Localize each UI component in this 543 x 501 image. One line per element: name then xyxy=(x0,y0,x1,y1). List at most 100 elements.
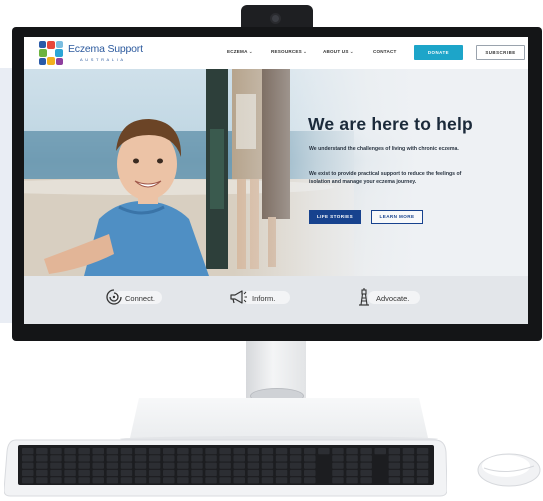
keyboard-key xyxy=(191,477,203,484)
keyboard-key xyxy=(261,462,274,469)
keyboard-key xyxy=(346,448,358,455)
keyboard-key xyxy=(177,455,189,462)
keyboard-key xyxy=(332,469,344,477)
keyboard-key xyxy=(92,455,104,462)
keyboard-key xyxy=(106,477,119,484)
keyboard-key xyxy=(191,462,203,469)
life-stories-button[interactable]: LIFE STORIES xyxy=(309,210,361,224)
keyboard-key xyxy=(374,448,386,455)
lighthouse-icon xyxy=(359,288,369,306)
keyboard-key xyxy=(416,455,429,462)
logo-country: AUSTRALIA xyxy=(80,57,126,62)
keyboard-key xyxy=(219,477,231,484)
keyboard-key xyxy=(177,477,189,484)
keyboard-key xyxy=(22,462,34,469)
keyboard-key xyxy=(304,462,316,469)
keyboard-key xyxy=(360,469,372,477)
nav-eczema-label: ECZEMA xyxy=(227,49,248,54)
keyboard-key xyxy=(219,448,231,455)
keyboard-key xyxy=(163,448,175,455)
keyboard-key xyxy=(275,462,288,469)
hero-section: We are here to help We understand the ch… xyxy=(24,69,528,276)
nav-contact-label: CONTACT xyxy=(373,49,397,54)
keyboard-key xyxy=(346,462,358,469)
keyboard-key xyxy=(205,477,217,484)
nav-resources-label: RESOURCES xyxy=(271,49,302,54)
keyboard-key xyxy=(360,462,372,469)
keyboard-key xyxy=(64,477,76,484)
keyboard-key xyxy=(332,477,344,484)
keyboard-key xyxy=(163,455,175,462)
keyboard-key xyxy=(120,448,133,455)
logo-name[interactable]: Eczema Support xyxy=(68,43,143,55)
logo-icon[interactable] xyxy=(38,40,64,66)
keyboard-key xyxy=(50,448,62,455)
keyboard-key xyxy=(148,469,161,477)
keyboard-key xyxy=(120,455,133,462)
keyboard-key xyxy=(134,477,147,484)
keyboard-key xyxy=(416,448,429,455)
connect-swirl-icon xyxy=(106,289,122,305)
donate-button[interactable]: DONATE xyxy=(414,45,463,60)
keyboard-key xyxy=(177,469,189,477)
feature-inform[interactable]: Inform. xyxy=(228,287,290,307)
keyboard-key xyxy=(163,462,175,469)
keyboard-key xyxy=(219,462,231,469)
keyboard-key xyxy=(247,477,260,484)
nav-eczema[interactable]: ECZEMA⌄ xyxy=(227,49,253,55)
nav-contact[interactable]: CONTACT xyxy=(373,49,397,54)
keyboard-key xyxy=(64,448,76,455)
keyboard-key xyxy=(304,448,316,455)
keyboard-key xyxy=(22,469,34,477)
keyboard-key xyxy=(360,448,372,455)
keyboard-key xyxy=(191,469,203,477)
feature-advocate[interactable]: Advocate. xyxy=(354,287,420,307)
keyboard-key xyxy=(388,469,401,477)
keyboard-key xyxy=(332,455,344,462)
keyboard-key xyxy=(346,455,358,462)
keyboard-key xyxy=(233,448,245,455)
monitor-screen: Eczema Support AUSTRALIA ECZEMA⌄ RESOURC… xyxy=(24,37,528,324)
keyboard-key xyxy=(148,477,161,484)
keyboard-key xyxy=(402,448,415,455)
keyboard-key xyxy=(289,462,302,469)
feature-connect-label: Connect. xyxy=(125,294,156,303)
keyboard-key xyxy=(64,462,76,469)
keyboard-key xyxy=(247,455,260,462)
keyboard-key xyxy=(78,469,90,477)
keyboard-key xyxy=(134,455,147,462)
keyboard-key xyxy=(106,469,119,477)
keyboard-key xyxy=(304,455,316,462)
keyboard-key xyxy=(346,469,358,477)
keyboard-key xyxy=(191,455,203,462)
feature-connect[interactable]: Connect. xyxy=(104,287,164,307)
keyboard-key xyxy=(92,448,104,455)
chevron-down-icon: ⌄ xyxy=(302,49,308,55)
nav-about-us[interactable]: ABOUT US⌄ xyxy=(323,49,354,55)
chevron-down-icon: ⌄ xyxy=(349,49,354,55)
subscribe-button[interactable]: SUBSCRIBE xyxy=(476,45,525,60)
keyboard-key xyxy=(106,448,119,455)
keyboard-key xyxy=(332,462,344,469)
keyboard-key xyxy=(205,462,217,469)
learn-more-button[interactable]: LEARN MORE xyxy=(371,210,423,224)
keyboard-key xyxy=(304,469,316,477)
keyboard-key xyxy=(50,477,62,484)
keyboard-key xyxy=(233,462,245,469)
mouse xyxy=(477,453,541,487)
keyboard-key xyxy=(205,469,217,477)
keyboard-key xyxy=(289,455,302,462)
keyboard-key xyxy=(92,462,104,469)
keyboard-key xyxy=(416,477,429,484)
keyboard-key xyxy=(134,462,147,469)
keyboard-key xyxy=(346,477,358,484)
keyboard-key xyxy=(36,448,48,455)
keyboard-key xyxy=(261,477,274,484)
hero-paragraph-1: We understand the challenges of living w… xyxy=(309,146,459,152)
features-strip: Connect. Inform. Advocate. xyxy=(24,276,528,324)
keyboard-key xyxy=(261,469,274,477)
site-header: Eczema Support AUSTRALIA ECZEMA⌄ RESOURC… xyxy=(24,37,528,69)
nav-resources[interactable]: RESOURCES⌄ xyxy=(271,49,307,55)
keyboard-key xyxy=(402,455,415,462)
keyboard-key xyxy=(388,462,401,469)
